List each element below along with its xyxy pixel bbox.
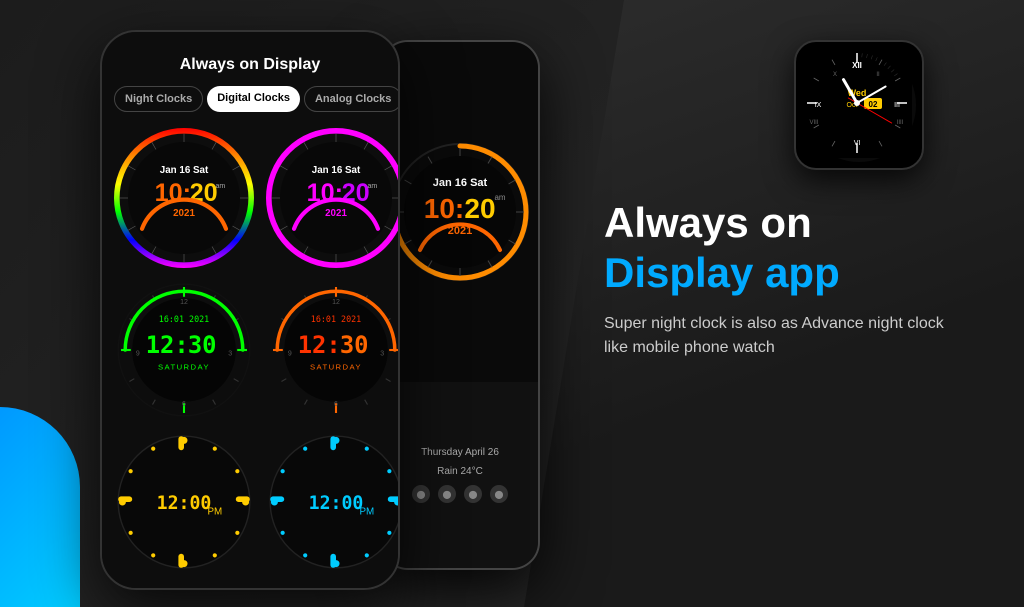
phone-screen: Always on Display Night Clocks Digital C… [102, 32, 398, 588]
tab-analog-clocks[interactable]: Analog Clocks [304, 86, 400, 112]
watch-body: XII III IX VI II X IIII VIII Wed 02 Oct [794, 40, 924, 170]
weather-condition: Rain 24°C [437, 466, 483, 477]
right-content: Always on Display app Super night clock … [604, 200, 984, 360]
svg-text:12: 12 [180, 299, 188, 306]
svg-text:12:: 12: [298, 331, 341, 359]
svg-text:VIII: VIII [810, 120, 819, 126]
svg-text:SATURDAY: SATURDAY [158, 363, 210, 372]
tab-digital-clocks[interactable]: Digital Clocks [207, 86, 300, 112]
svg-text:9: 9 [288, 351, 292, 358]
svg-text:VI: VI [854, 140, 861, 147]
heading-blue: Display app [604, 250, 984, 296]
svg-text:am: am [494, 193, 505, 202]
svg-text:Jan 16 Sat: Jan 16 Sat [312, 165, 361, 176]
svg-text:02: 02 [869, 100, 878, 109]
app-icons-row: ⬤ ⬤ ⬤ ⬤ [412, 485, 508, 503]
svg-text:PM: PM [359, 507, 374, 518]
svg-text:XII: XII [852, 61, 862, 70]
screen-title: Always on Display [114, 56, 386, 74]
app-icon-2: ⬤ [438, 485, 456, 503]
svg-text:6: 6 [334, 401, 338, 408]
watch-face-svg: XII III IX VI II X IIII VIII Wed 02 Oct [802, 48, 912, 158]
phone-body: Always on Display Night Clocks Digital C… [100, 30, 400, 590]
weather-date: Thursday April 26 [421, 447, 499, 458]
svg-text:III: III [894, 102, 900, 109]
svg-text:3: 3 [228, 351, 232, 358]
app-icon-1: ⬤ [412, 485, 430, 503]
watch-face: XII III IX VI II X IIII VIII Wed 02 Oct [802, 48, 915, 161]
svg-text:2021: 2021 [173, 208, 195, 219]
svg-text:16:01 2021: 16:01 2021 [159, 314, 209, 324]
svg-text:6: 6 [182, 401, 186, 408]
app-icon-3: ⬤ [464, 485, 482, 503]
clock-grid: Jan 16 Sat 10: 20 am 2021 [114, 128, 386, 572]
clock-cell-6: 12:00 PM [266, 432, 400, 572]
svg-text:2021: 2021 [325, 208, 347, 219]
clock-cell-2: Jan 16 Sat 10: 20 am 2021 [266, 128, 400, 268]
svg-text:30: 30 [340, 331, 369, 359]
heading-white: Always on [604, 200, 984, 246]
clock-cell-1: Jan 16 Sat 10: 20 am 2021 [114, 128, 254, 268]
svg-text:12: 12 [332, 299, 340, 306]
svg-text:IX: IX [815, 102, 822, 109]
clock-cell-5: 12:00 PM [114, 432, 254, 572]
tab-night-clocks[interactable]: Night Clocks [114, 86, 203, 112]
svg-text:30: 30 [188, 331, 217, 359]
svg-text:II: II [877, 72, 881, 78]
svg-text:20: 20 [464, 193, 495, 224]
large-phone-bottom: Thursday April 26 Rain 24°C ⬤ ⬤ ⬤ ⬤ [382, 382, 538, 568]
svg-text:12:00: 12:00 [157, 493, 212, 514]
phone-mockup: Always on Display Night Clocks Digital C… [100, 30, 400, 590]
analog-watch: XII III IX VI II X IIII VIII Wed 02 Oct [794, 40, 924, 170]
phone-large-mockup: Jan 16 Sat 10: 20 am 2021 Thursday April… [380, 40, 540, 570]
svg-text:9: 9 [136, 351, 140, 358]
svg-text:16:01 2021: 16:01 2021 [311, 314, 361, 324]
phone-large-body: Jan 16 Sat 10: 20 am 2021 Thursday April… [380, 40, 540, 570]
app-icon-4: ⬤ [490, 485, 508, 503]
svg-text:am: am [216, 183, 226, 190]
large-clock-svg: Jan 16 Sat 10: 20 am 2021 [390, 142, 530, 282]
sub-description: Super night clock is also as Advance nig… [604, 312, 944, 360]
svg-text:PM: PM [207, 507, 222, 518]
svg-text:am: am [368, 183, 378, 190]
svg-text:3: 3 [380, 351, 384, 358]
svg-text:Jan 16 Sat: Jan 16 Sat [160, 165, 209, 176]
svg-text:IIII: IIII [897, 120, 904, 126]
clock-cell-4: 16:01 2021 12: 30 SATURDAY 12 3 6 9 [266, 280, 400, 420]
tab-bar: Night Clocks Digital Clocks Analog Clock… [114, 86, 386, 112]
svg-text:SATURDAY: SATURDAY [310, 363, 362, 372]
large-phone-top: Jan 16 Sat 10: 20 am 2021 [382, 42, 538, 382]
svg-text:12:: 12: [146, 331, 189, 359]
svg-text:12:00: 12:00 [309, 493, 364, 514]
svg-text:10:: 10: [424, 193, 464, 224]
svg-text:Jan 16 Sat: Jan 16 Sat [433, 177, 488, 189]
svg-text:X: X [833, 72, 837, 78]
clock-cell-3: 16:01 2021 12: 30 SATURDAY 12 3 6 9 [114, 280, 254, 420]
